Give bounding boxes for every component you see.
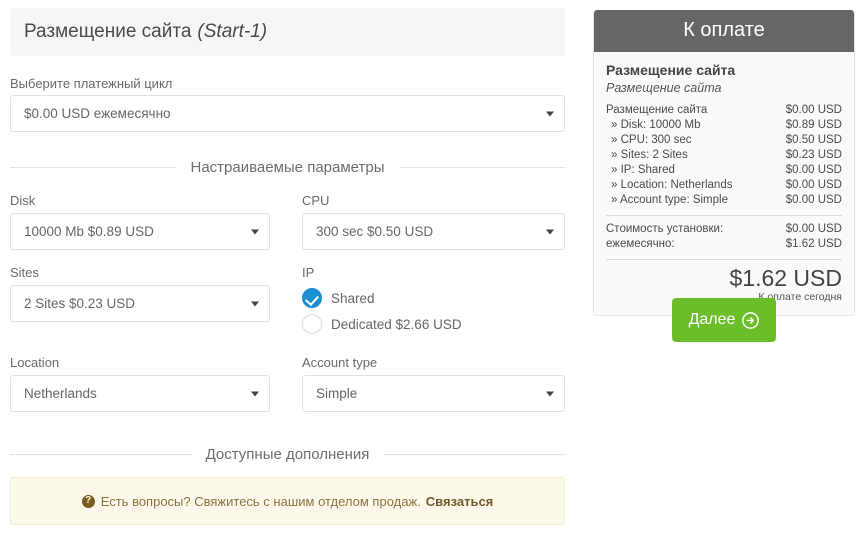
summary-divider (606, 214, 842, 216)
total-price: $0.00 USD (785, 222, 842, 235)
continue-button-label: Далее (688, 311, 736, 328)
summary-divider (606, 258, 842, 260)
order-summary-body: Размещение сайта Размещение сайта Размещ… (594, 52, 854, 315)
chevron-down-icon (251, 391, 259, 396)
summary-line-item: Размещение сайта $0.00 USD (606, 103, 842, 118)
divider-line-left (10, 454, 192, 455)
order-summary-heading: К оплате (594, 10, 854, 52)
option-disk-label: Disk (10, 193, 36, 208)
total-label: ежемесячно: (606, 237, 675, 250)
product-configuration-column: Размещение сайта (Start-1) Выберите плат… (0, 0, 575, 545)
sites-select[interactable]: 2 Sites $0.23 USD (10, 285, 270, 322)
available-addons-heading: Доступные дополнения (205, 446, 370, 463)
divider-line-right (398, 167, 565, 168)
line-item-price: $0.00 USD (785, 163, 842, 176)
account-type-value: Simple (316, 386, 358, 401)
radio-unchecked-icon (302, 314, 322, 334)
disk-select[interactable]: 10000 Mb $0.89 USD (10, 213, 270, 250)
divider-line-right (383, 454, 565, 455)
total-price: $1.62 USD (785, 237, 842, 250)
option-ip-label: IP (302, 265, 315, 280)
continue-button[interactable]: Далее (672, 298, 776, 342)
divider-line-left (10, 167, 177, 168)
option-account-type-label: Account type (302, 355, 378, 370)
line-item-label: Размещение сайта (606, 103, 708, 116)
billing-cycle-label: Выберите платежный цикл (10, 76, 173, 91)
arrow-right-circle-icon (742, 311, 760, 329)
billing-cycle-select[interactable]: $0.00 USD ежемесячно (10, 95, 565, 132)
ip-radio-dedicated[interactable]: Dedicated $2.66 USD (302, 311, 565, 337)
configurable-options-divider: Настраиваемые параметры (10, 159, 565, 176)
line-item-label: » Account type: Simple (611, 193, 728, 206)
ip-radio-shared[interactable]: Shared (302, 285, 565, 311)
available-addons-divider: Доступные дополнения (10, 446, 565, 463)
total-label: Стоимость установки: (606, 222, 724, 235)
chevron-down-icon (251, 301, 259, 306)
option-location: Location Netherlands (10, 355, 270, 412)
line-item-price: $0.00 USD (785, 178, 842, 191)
chevron-down-icon (546, 111, 554, 116)
account-type-select[interactable]: Simple (302, 375, 565, 412)
line-item-price: $0.00 USD (785, 103, 842, 116)
option-sites: Sites 2 Sites $0.23 USD (10, 265, 270, 322)
summary-line-items: Размещение сайта $0.00 USD » Disk: 10000… (606, 103, 842, 208)
summary-product-subtitle: Размещение сайта (606, 80, 722, 95)
line-item-label: » Location: Netherlands (611, 178, 733, 191)
summary-total-row: Стоимость установки: $0.00 USD (606, 222, 842, 237)
disk-value: 10000 Mb $0.89 USD (24, 224, 154, 239)
line-item-price: $0.00 USD (785, 193, 842, 206)
ip-radio-dedicated-label: Dedicated $2.66 USD (331, 316, 462, 332)
order-summary-panel: К оплате Размещение сайта Размещение сай… (593, 10, 855, 316)
sales-contact-text: Есть вопросы? Свяжитесь с нашим отделом … (100, 493, 421, 509)
page-title: Размещение сайта (24, 21, 192, 42)
summary-line-item: » Account type: Simple $0.00 USD (606, 193, 842, 208)
radio-checked-icon (302, 288, 322, 308)
sales-contact-link[interactable]: Связаться (426, 494, 494, 509)
option-sites-label: Sites (10, 265, 39, 280)
line-item-label: » Sites: 2 Sites (611, 148, 688, 161)
location-value: Netherlands (24, 386, 97, 401)
line-item-price: $0.23 USD (785, 148, 842, 161)
summary-line-item: » IP: Shared $0.00 USD (606, 163, 842, 178)
line-item-price: $0.89 USD (785, 118, 842, 131)
line-item-label: » IP: Shared (611, 163, 675, 176)
product-variant-label: (Start-1) (197, 21, 268, 42)
line-item-label: » CPU: 300 sec (611, 133, 692, 146)
product-title-bar: Размещение сайта (Start-1) (10, 8, 565, 56)
line-item-price: $0.50 USD (785, 133, 842, 146)
chevron-down-icon (251, 229, 259, 234)
option-cpu-label: CPU (302, 193, 330, 208)
option-cpu: CPU 300 sec $0.50 USD (302, 193, 565, 250)
summary-line-item: » CPU: 300 sec $0.50 USD (606, 133, 842, 148)
configurable-options-heading: Настраиваемые параметры (190, 159, 385, 176)
summary-product-name: Размещение сайта (606, 62, 736, 78)
summary-total-row: ежемесячно: $1.62 USD (606, 237, 842, 252)
summary-line-item: » Disk: 10000 Mb $0.89 USD (606, 118, 842, 133)
question-mark-icon: ? (81, 494, 95, 508)
sales-contact-notice: ? Есть вопросы? Свяжитесь с нашим отдело… (10, 477, 565, 525)
cpu-value: 300 sec $0.50 USD (316, 224, 434, 239)
summary-totals: Стоимость установки: $0.00 USD ежемесячн… (606, 222, 842, 252)
option-location-label: Location (10, 355, 60, 370)
chevron-down-icon (546, 229, 554, 234)
order-configuration-page: Размещение сайта (Start-1) Выберите плат… (0, 0, 865, 545)
option-disk: Disk 10000 Mb $0.89 USD (10, 193, 270, 250)
summary-line-item: » Sites: 2 Sites $0.23 USD (606, 148, 842, 163)
option-ip: IP Shared Dedicated $2.66 USD (302, 265, 565, 337)
chevron-down-icon (546, 391, 554, 396)
ip-radio-shared-label: Shared (331, 290, 375, 306)
grand-total-amount: $1.62 USD (729, 264, 842, 291)
sites-value: 2 Sites $0.23 USD (24, 296, 136, 311)
option-account-type: Account type Simple (302, 355, 565, 412)
cpu-select[interactable]: 300 sec $0.50 USD (302, 213, 565, 250)
summary-line-item: » Location: Netherlands $0.00 USD (606, 178, 842, 193)
line-item-label: » Disk: 10000 Mb (611, 118, 701, 131)
billing-cycle-value: $0.00 USD ежемесячно (24, 106, 171, 121)
location-select[interactable]: Netherlands (10, 375, 270, 412)
